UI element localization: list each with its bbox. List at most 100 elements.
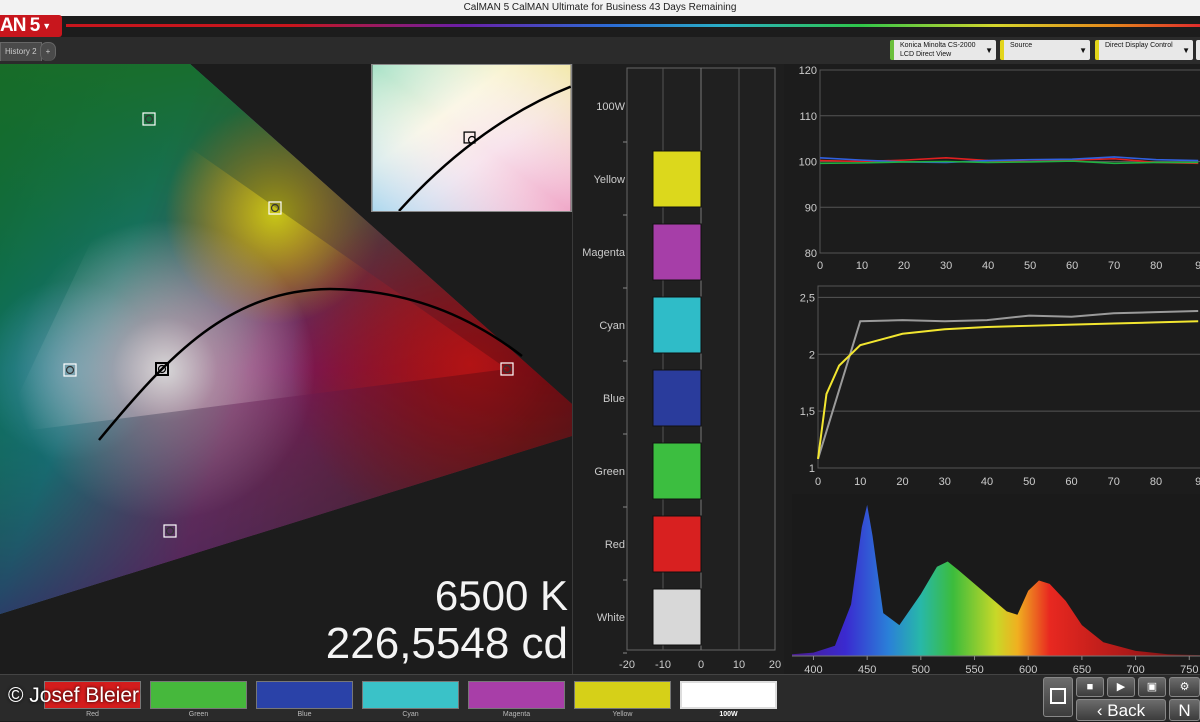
- source-label: Source: [1010, 42, 1033, 49]
- bar-x-tick-label: 10: [733, 659, 745, 671]
- x-tick-label: 80: [1150, 476, 1162, 488]
- balance-bar: [652, 442, 702, 500]
- x-tick-label: 60: [1066, 260, 1078, 272]
- x-tick-label: 9: [1195, 476, 1200, 488]
- pattern-swatch-label: Cyan: [402, 711, 419, 718]
- next-button[interactable]: N: [1169, 699, 1200, 721]
- stop-read-button[interactable]: ■: [1076, 677, 1104, 697]
- tab-history-2[interactable]: History 2: [0, 42, 42, 61]
- x-tick-label: 0: [817, 260, 823, 272]
- pattern-swatch-label: Yellow: [612, 711, 633, 718]
- settings-button[interactable]: ⚙: [1169, 677, 1200, 697]
- y-tick-label: 110: [799, 111, 817, 123]
- y-tick-label: 120: [799, 65, 817, 77]
- color-balance-bar-chart: 100W Yellow Magenta Cyan Blue Green Red White -…: [582, 67, 781, 671]
- white-point-zoom-inset: [371, 64, 572, 212]
- gear-icon: ⚙: [1179, 681, 1190, 693]
- luminance-readout: 226,5548 cd: [325, 619, 568, 668]
- y-tick-label: 2,5: [800, 292, 815, 304]
- x-tick-label: 70: [1108, 476, 1120, 488]
- stop-button[interactable]: [1043, 677, 1073, 717]
- meter-mode: LCD Direct View: [900, 51, 952, 58]
- pattern-swatch-label: Red: [86, 711, 99, 718]
- bar-category-label: Red: [605, 539, 625, 551]
- y-tick-label: 1,5: [800, 406, 815, 418]
- x-tick-label: 30: [940, 260, 952, 272]
- balance-bar: [652, 296, 702, 354]
- balance-bar: [652, 369, 702, 427]
- x-tick-label: 450: [858, 664, 876, 674]
- x-tick-label: 40: [982, 260, 994, 272]
- chevron-down-icon: ▼: [1079, 46, 1087, 55]
- next-label: N: [1178, 701, 1191, 720]
- meter-dropdown[interactable]: Konica Minolta CS-2000 LCD Direct View ▼: [890, 40, 996, 60]
- bar-x-tick-label: 0: [698, 659, 704, 671]
- brand-rainbow-line: [66, 24, 1200, 27]
- window-title: CalMAN 5 CalMAN Ultimate for Business 43…: [0, 0, 1200, 16]
- y-tick-label: 2: [809, 349, 815, 361]
- overflow-dropdown[interactable]: [1196, 40, 1200, 60]
- y-tick-label: 90: [805, 202, 817, 214]
- bar-category-label: Yellow: [594, 174, 625, 186]
- rgb-balance-line-chart: 80 90 100 110 120 0 10 20 30 40 50 60 70 80 9: [799, 65, 1200, 272]
- x-tick-label: 50: [1023, 476, 1035, 488]
- x-tick-label: 550: [965, 664, 983, 674]
- x-tick-label: 60: [1065, 476, 1077, 488]
- x-tick-label: 400: [804, 664, 822, 674]
- color-balance-bar-panel: 100W Yellow Magenta Cyan Blue Green Red White -…: [572, 64, 785, 674]
- stop-icon: [1050, 688, 1066, 704]
- pattern-swatch-yellow[interactable]: [574, 681, 671, 709]
- pattern-swatch-green[interactable]: [150, 681, 247, 709]
- pattern-swatch-label: Magenta: [502, 711, 531, 718]
- bar-category-label: Blue: [603, 393, 625, 405]
- pattern-swatch-label: 100W: [719, 711, 738, 718]
- balance-bar: [652, 515, 702, 573]
- add-tab-button[interactable]: +: [40, 42, 56, 61]
- meter-name: Konica Minolta CS-2000: [900, 42, 976, 49]
- gamma-line-chart: 1 1,5 2 2,5 0 10 20 30 40 50 60 70 80 9: [800, 285, 1200, 488]
- analysis-graphs: 80901001101200 10 20 30 40 50 60 70 80 9 11,522,5…: [784, 64, 1200, 674]
- chevron-down-icon: ▼: [1182, 46, 1190, 55]
- bar-category-label: White: [597, 612, 625, 624]
- pattern-swatch-label: Green: [188, 711, 209, 718]
- bar-category-label: Magenta: [582, 247, 626, 259]
- x-tick-label: 10: [854, 476, 866, 488]
- chevron-down-icon: ▼: [985, 46, 993, 55]
- y-tick-label: 100: [799, 157, 817, 169]
- photo-credit: © Josef Bleier: [8, 684, 140, 707]
- source-dropdown[interactable]: Source ▼: [1000, 40, 1090, 60]
- bar-x-tick-label: -20: [619, 659, 635, 671]
- y-tick-label: 80: [805, 248, 817, 260]
- pattern-swatch-magenta[interactable]: [468, 681, 565, 709]
- spectrum-chart: 400 450 500 550 600 650 700 750: [792, 494, 1200, 674]
- x-tick-label: 80: [1150, 260, 1162, 272]
- y-tick-label: 1: [809, 463, 815, 475]
- save-button[interactable]: ▣: [1138, 677, 1166, 697]
- pattern-swatch-blue[interactable]: [256, 681, 353, 709]
- bar-category-label: Green: [594, 466, 625, 478]
- x-tick-label: 30: [939, 476, 951, 488]
- logo-text: AN 5: [0, 15, 40, 37]
- pattern-swatch-cyan[interactable]: [362, 681, 459, 709]
- x-tick-label: 50: [1024, 260, 1036, 272]
- display-control-label: Direct Display Control: [1105, 42, 1173, 49]
- display-control-dropdown[interactable]: Direct Display Control ▼: [1095, 40, 1193, 60]
- app-logo-menu[interactable]: AN 5 ▼: [0, 15, 62, 37]
- balance-bar: [652, 150, 702, 208]
- back-button[interactable]: ‹ Back: [1076, 699, 1166, 721]
- balance-bar: [652, 588, 702, 646]
- x-tick-label: 700: [1126, 664, 1144, 674]
- x-tick-label: 20: [898, 260, 910, 272]
- x-tick-label: 500: [912, 664, 930, 674]
- pattern-swatch-100w[interactable]: [680, 681, 777, 709]
- x-tick-label: 40: [981, 476, 993, 488]
- save-icon: ▣: [1146, 681, 1158, 693]
- test-pattern-bar: Red Green Blue Cyan Magenta Yellow 100W ■ ▶ ▣ …: [0, 674, 1200, 721]
- x-tick-label: 20: [896, 476, 908, 488]
- bar-category-label: Cyan: [599, 320, 625, 332]
- play-icon: ▶: [1116, 681, 1126, 693]
- x-tick-label: 9: [1195, 260, 1200, 272]
- x-tick-label: 0: [815, 476, 821, 488]
- play-button[interactable]: ▶: [1107, 677, 1135, 697]
- back-arrow-icon: ‹: [1096, 701, 1103, 720]
